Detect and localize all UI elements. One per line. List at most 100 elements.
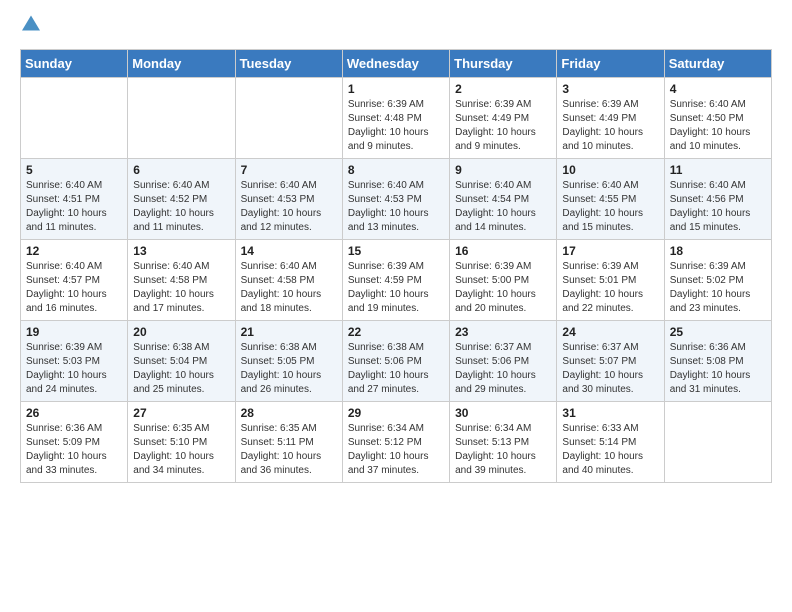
cell-info: Sunrise: 6:38 AM Sunset: 5:06 PM Dayligh… [348, 341, 444, 397]
calendar-cell: 14 Sunrise: 6:40 AM Sunset: 4:58 PM Dayli… [235, 240, 342, 321]
day-number: 30 [455, 406, 551, 420]
day-number: 26 [26, 406, 122, 420]
cell-info: Sunrise: 6:40 AM Sunset: 4:50 PM Dayligh… [670, 98, 766, 154]
cell-info: Sunrise: 6:38 AM Sunset: 5:04 PM Dayligh… [133, 341, 229, 397]
cell-info: Sunrise: 6:34 AM Sunset: 5:13 PM Dayligh… [455, 422, 551, 478]
day-number: 16 [455, 244, 551, 258]
cell-info: Sunrise: 6:39 AM Sunset: 4:59 PM Dayligh… [348, 260, 444, 316]
day-number: 25 [670, 325, 766, 339]
calendar-table: SundayMondayTuesdayWednesdayThursdayFrid… [20, 49, 772, 483]
day-number: 20 [133, 325, 229, 339]
calendar-cell: 23Sunrise: 6:37 AM Sunset: 5:06 PM Dayli… [450, 321, 557, 402]
day-number: 12 [26, 244, 122, 258]
week-row-1: 1Sunrise: 6:39 AM Sunset: 4:48 PM Daylig… [21, 78, 772, 159]
cell-info: Sunrise: 6:36 AM Sunset: 5:09 PM Dayligh… [26, 422, 122, 478]
day-number: 14 [241, 244, 337, 258]
cell-info: Sunrise: 6:39 AM Sunset: 4:49 PM Dayligh… [562, 98, 658, 154]
week-row-5: 26 Sunrise: 6:36 AM Sunset: 5:09 PM Dayli… [21, 402, 772, 483]
calendar-cell: 31 Sunrise: 6:33 AM Sunset: 5:14 PM Dayli… [557, 402, 664, 483]
calendar-cell: 11 Sunrise: 6:40 AM Sunset: 4:56 PM Dayli… [664, 159, 771, 240]
day-number: 13 [133, 244, 229, 258]
week-row-2: 5 Sunrise: 6:40 AM Sunset: 4:51 PM Daylig… [21, 159, 772, 240]
day-number: 21 [241, 325, 337, 339]
weekday-header-tuesday: Tuesday [235, 50, 342, 78]
cell-info: Sunrise: 6:39 AM Sunset: 4:49 PM Dayligh… [455, 98, 551, 154]
weekday-header-monday: Monday [128, 50, 235, 78]
weekday-header-friday: Friday [557, 50, 664, 78]
day-number: 3 [562, 82, 658, 96]
calendar-cell: 5 Sunrise: 6:40 AM Sunset: 4:51 PM Daylig… [21, 159, 128, 240]
calendar-cell: 12Sunrise: 6:40 AM Sunset: 4:57 PM Dayli… [21, 240, 128, 321]
day-number: 11 [670, 163, 766, 177]
calendar-cell: 17 Sunrise: 6:39 AM Sunset: 5:01 PM Dayli… [557, 240, 664, 321]
calendar-cell: 20 Sunrise: 6:38 AM Sunset: 5:04 PM Dayli… [128, 321, 235, 402]
day-number: 8 [348, 163, 444, 177]
calendar-cell: 2 Sunrise: 6:39 AM Sunset: 4:49 PM Daylig… [450, 78, 557, 159]
logo [20, 15, 40, 39]
cell-info: Sunrise: 6:40 AM Sunset: 4:52 PM Dayligh… [133, 179, 229, 235]
calendar-cell: 15 Sunrise: 6:39 AM Sunset: 4:59 PM Dayli… [342, 240, 449, 321]
week-row-3: 12Sunrise: 6:40 AM Sunset: 4:57 PM Dayli… [21, 240, 772, 321]
cell-info: Sunrise: 6:34 AM Sunset: 5:12 PM Dayligh… [348, 422, 444, 478]
cell-info: Sunrise: 6:38 AM Sunset: 5:05 PM Dayligh… [241, 341, 337, 397]
calendar-cell: 9 Sunrise: 6:40 AM Sunset: 4:54 PM Daylig… [450, 159, 557, 240]
calendar-cell: 29 Sunrise: 6:34 AM Sunset: 5:12 PM Dayli… [342, 402, 449, 483]
cell-info: Sunrise: 6:40 AM Sunset: 4:58 PM Dayligh… [241, 260, 337, 316]
cell-info: Sunrise: 6:40 AM Sunset: 4:54 PM Dayligh… [455, 179, 551, 235]
cell-info: Sunrise: 6:40 AM Sunset: 4:58 PM Dayligh… [133, 260, 229, 316]
cell-info: Sunrise: 6:35 AM Sunset: 5:11 PM Dayligh… [241, 422, 337, 478]
cell-info: Sunrise: 6:39 AM Sunset: 5:01 PM Dayligh… [562, 260, 658, 316]
day-number: 7 [241, 163, 337, 177]
day-number: 10 [562, 163, 658, 177]
calendar-cell: 16 Sunrise: 6:39 AM Sunset: 5:00 PM Dayli… [450, 240, 557, 321]
cell-info: Sunrise: 6:35 AM Sunset: 5:10 PM Dayligh… [133, 422, 229, 478]
day-number: 19 [26, 325, 122, 339]
weekday-header-saturday: Saturday [664, 50, 771, 78]
weekday-header-sunday: Sunday [21, 50, 128, 78]
weekday-header-wednesday: Wednesday [342, 50, 449, 78]
day-number: 31 [562, 406, 658, 420]
calendar-cell: 27Sunrise: 6:35 AM Sunset: 5:10 PM Dayli… [128, 402, 235, 483]
calendar-cell: 28Sunrise: 6:35 AM Sunset: 5:11 PM Dayli… [235, 402, 342, 483]
cell-info: Sunrise: 6:39 AM Sunset: 5:03 PM Dayligh… [26, 341, 122, 397]
calendar-cell [21, 78, 128, 159]
cell-info: Sunrise: 6:40 AM Sunset: 4:55 PM Dayligh… [562, 179, 658, 235]
day-number: 17 [562, 244, 658, 258]
calendar-cell: 18Sunrise: 6:39 AM Sunset: 5:02 PM Dayli… [664, 240, 771, 321]
weekday-header-thursday: Thursday [450, 50, 557, 78]
calendar-cell: 19 Sunrise: 6:39 AM Sunset: 5:03 PM Dayli… [21, 321, 128, 402]
cell-info: Sunrise: 6:33 AM Sunset: 5:14 PM Dayligh… [562, 422, 658, 478]
calendar-cell: 6 Sunrise: 6:40 AM Sunset: 4:52 PM Daylig… [128, 159, 235, 240]
day-number: 5 [26, 163, 122, 177]
day-number: 6 [133, 163, 229, 177]
calendar-cell: 22 Sunrise: 6:38 AM Sunset: 5:06 PM Dayli… [342, 321, 449, 402]
cell-info: Sunrise: 6:39 AM Sunset: 5:00 PM Dayligh… [455, 260, 551, 316]
day-number: 15 [348, 244, 444, 258]
calendar-cell: 4Sunrise: 6:40 AM Sunset: 4:50 PM Daylig… [664, 78, 771, 159]
cell-info: Sunrise: 6:40 AM Sunset: 4:51 PM Dayligh… [26, 179, 122, 235]
week-row-4: 19 Sunrise: 6:39 AM Sunset: 5:03 PM Dayli… [21, 321, 772, 402]
calendar-cell [235, 78, 342, 159]
logo-icon [22, 14, 40, 32]
calendar-cell: 10 Sunrise: 6:40 AM Sunset: 4:55 PM Dayli… [557, 159, 664, 240]
day-number: 29 [348, 406, 444, 420]
calendar-cell: 13 Sunrise: 6:40 AM Sunset: 4:58 PM Dayli… [128, 240, 235, 321]
day-number: 22 [348, 325, 444, 339]
calendar-cell: 25 Sunrise: 6:36 AM Sunset: 5:08 PM Dayli… [664, 321, 771, 402]
calendar-cell: 3 Sunrise: 6:39 AM Sunset: 4:49 PM Daylig… [557, 78, 664, 159]
calendar-cell: 26 Sunrise: 6:36 AM Sunset: 5:09 PM Dayli… [21, 402, 128, 483]
cell-info: Sunrise: 6:36 AM Sunset: 5:08 PM Dayligh… [670, 341, 766, 397]
calendar-cell: 24Sunrise: 6:37 AM Sunset: 5:07 PM Dayli… [557, 321, 664, 402]
page-container: SundayMondayTuesdayWednesdayThursdayFrid… [0, 0, 792, 493]
cell-info: Sunrise: 6:40 AM Sunset: 4:53 PM Dayligh… [241, 179, 337, 235]
calendar-cell [664, 402, 771, 483]
cell-info: Sunrise: 6:37 AM Sunset: 5:06 PM Dayligh… [455, 341, 551, 397]
weekday-header-row: SundayMondayTuesdayWednesdayThursdayFrid… [21, 50, 772, 78]
day-number: 2 [455, 82, 551, 96]
cell-info: Sunrise: 6:40 AM Sunset: 4:56 PM Dayligh… [670, 179, 766, 235]
calendar-cell: 8Sunrise: 6:40 AM Sunset: 4:53 PM Daylig… [342, 159, 449, 240]
calendar-cell: 1Sunrise: 6:39 AM Sunset: 4:48 PM Daylig… [342, 78, 449, 159]
calendar-cell: 30 Sunrise: 6:34 AM Sunset: 5:13 PM Dayli… [450, 402, 557, 483]
cell-info: Sunrise: 6:39 AM Sunset: 5:02 PM Dayligh… [670, 260, 766, 316]
day-number: 9 [455, 163, 551, 177]
